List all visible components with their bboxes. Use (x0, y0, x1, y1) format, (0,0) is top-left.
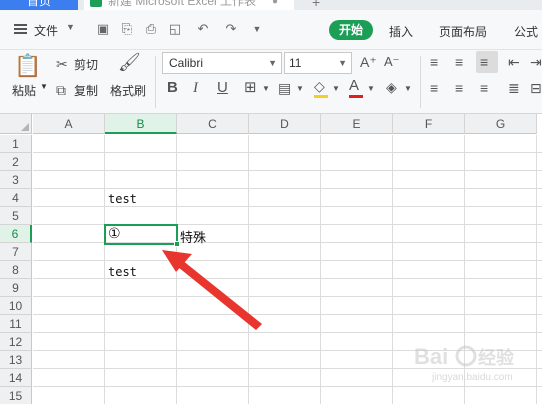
tab-page-layout[interactable]: 页面布局 (439, 23, 487, 40)
export-icon[interactable]: ⎘ (120, 22, 134, 36)
document-tab-label: 新建 Microsoft Excel 工作表 (108, 0, 257, 8)
fill-color-swatch (314, 95, 328, 98)
tab-insert[interactable]: 插入 (389, 23, 413, 40)
cell-style-icon[interactable]: ▤ (278, 80, 291, 96)
chevron-down-icon[interactable]: ▼ (332, 81, 340, 97)
excel-file-icon (90, 0, 102, 7)
align-left-icon[interactable]: ≡ (430, 80, 438, 96)
chevron-down-icon: ▼ (268, 58, 277, 68)
indent-decrease-icon[interactable]: ⇤ (508, 54, 520, 70)
bold-button[interactable]: B (167, 80, 178, 96)
chevron-down-icon[interactable]: ▼ (66, 22, 75, 32)
baidu-jingyan-logo: Bai 经验 (414, 344, 515, 369)
tab-formulas[interactable]: 公式 (514, 23, 538, 40)
paste-button[interactable]: 粘贴 (12, 82, 36, 99)
redo-icon[interactable]: ↷ (224, 22, 238, 36)
font-size-value: 11 (289, 56, 302, 70)
print-icon[interactable]: ⎙ (144, 22, 158, 36)
underline-button[interactable]: U (217, 80, 228, 96)
copy-button[interactable]: 复制 (74, 82, 98, 99)
home-tab[interactable]: 首页 (0, 0, 78, 10)
chevron-down-icon[interactable]: ▼ (250, 22, 264, 36)
cut-icon[interactable]: ✂ (56, 56, 68, 72)
chevron-down-icon[interactable]: ▼ (404, 81, 412, 97)
ribbon-toolbar: 📋 粘贴 ▼ ✂ 剪切 ⧉ 复制 🖌 格式刷 Calibri ▼ 11 ▼ A⁺… (0, 50, 542, 114)
fill-color-icon[interactable]: ◇ (314, 78, 325, 94)
chevron-down-icon[interactable]: ▼ (296, 81, 304, 97)
divider (420, 56, 421, 108)
chevron-down-icon[interactable]: ▼ (40, 82, 48, 91)
chevron-down-icon[interactable]: ▼ (367, 81, 375, 97)
undo-icon[interactable]: ↶ (196, 22, 210, 36)
copy-icon[interactable]: ⧉ (56, 82, 66, 98)
font-name-value: Calibri (169, 56, 204, 70)
paste-icon[interactable]: 📋 (14, 54, 41, 78)
divider (155, 56, 156, 108)
save-icon[interactable]: ▣ (96, 22, 110, 36)
file-menu[interactable]: 文件 (34, 22, 58, 39)
distribute-icon[interactable]: ⊟ (530, 80, 542, 96)
watermark-url: jingyan.baidu.com (432, 372, 513, 383)
chevron-down-icon: ▼ (338, 58, 347, 68)
font-color-swatch (349, 95, 363, 98)
arrow-shaft (178, 260, 262, 330)
increase-font-size-icon[interactable]: A⁺ (360, 54, 377, 70)
indent-increase-icon[interactable]: ⇥ (530, 54, 542, 70)
title-bar: 首页 新建 Microsoft Excel 工作表 ● + (0, 0, 542, 10)
hamburger-menu-icon[interactable] (14, 24, 27, 34)
format-painter-icon[interactable]: 🖌 (118, 53, 141, 71)
align-middle-icon[interactable]: ≡ (455, 54, 463, 70)
svg-text:Bai: Bai (414, 344, 448, 369)
font-color-icon[interactable]: A (349, 78, 359, 94)
cut-button[interactable]: 剪切 (74, 56, 98, 73)
font-name-select[interactable]: Calibri ▼ (162, 52, 282, 74)
format-painter-button[interactable]: 格式刷 (110, 82, 146, 99)
menu-bar: 文件 ▼ ▣ ⎘ ⎙ ◱ ↶ ↷ ▼ 开始 插入 页面布局 公式 (0, 10, 542, 50)
justify-icon[interactable]: ≣ (508, 80, 520, 96)
svg-text:经验: 经验 (478, 347, 515, 369)
document-tab[interactable]: 新建 Microsoft Excel 工作表 (84, 0, 294, 10)
align-bottom-icon[interactable]: ≡ (480, 54, 488, 70)
decrease-font-size-icon[interactable]: A⁻ (384, 54, 400, 70)
borders-icon[interactable]: ⊞ (244, 80, 257, 96)
eraser-icon[interactable]: ◈ (386, 79, 397, 95)
baidu-watermark-logo: Bai 经验 jingyan.baidu.com (410, 336, 540, 398)
close-tab-icon[interactable]: ● (272, 0, 278, 7)
align-top-icon[interactable]: ≡ (430, 54, 438, 70)
chevron-down-icon[interactable]: ▼ (262, 81, 270, 97)
font-size-select[interactable]: 11 ▼ (284, 52, 352, 74)
align-right-icon[interactable]: ≡ (480, 80, 488, 96)
tab-start[interactable]: 开始 (329, 20, 373, 40)
print-preview-icon[interactable]: ◱ (168, 22, 182, 36)
spreadsheet-grid: A B C D E F G 1 2 3 4 5 6 7 8 9 10 11 12… (0, 114, 542, 404)
align-center-icon[interactable]: ≡ (455, 80, 463, 96)
italic-button[interactable]: I (193, 80, 198, 96)
new-tab-icon[interactable]: + (312, 0, 320, 10)
